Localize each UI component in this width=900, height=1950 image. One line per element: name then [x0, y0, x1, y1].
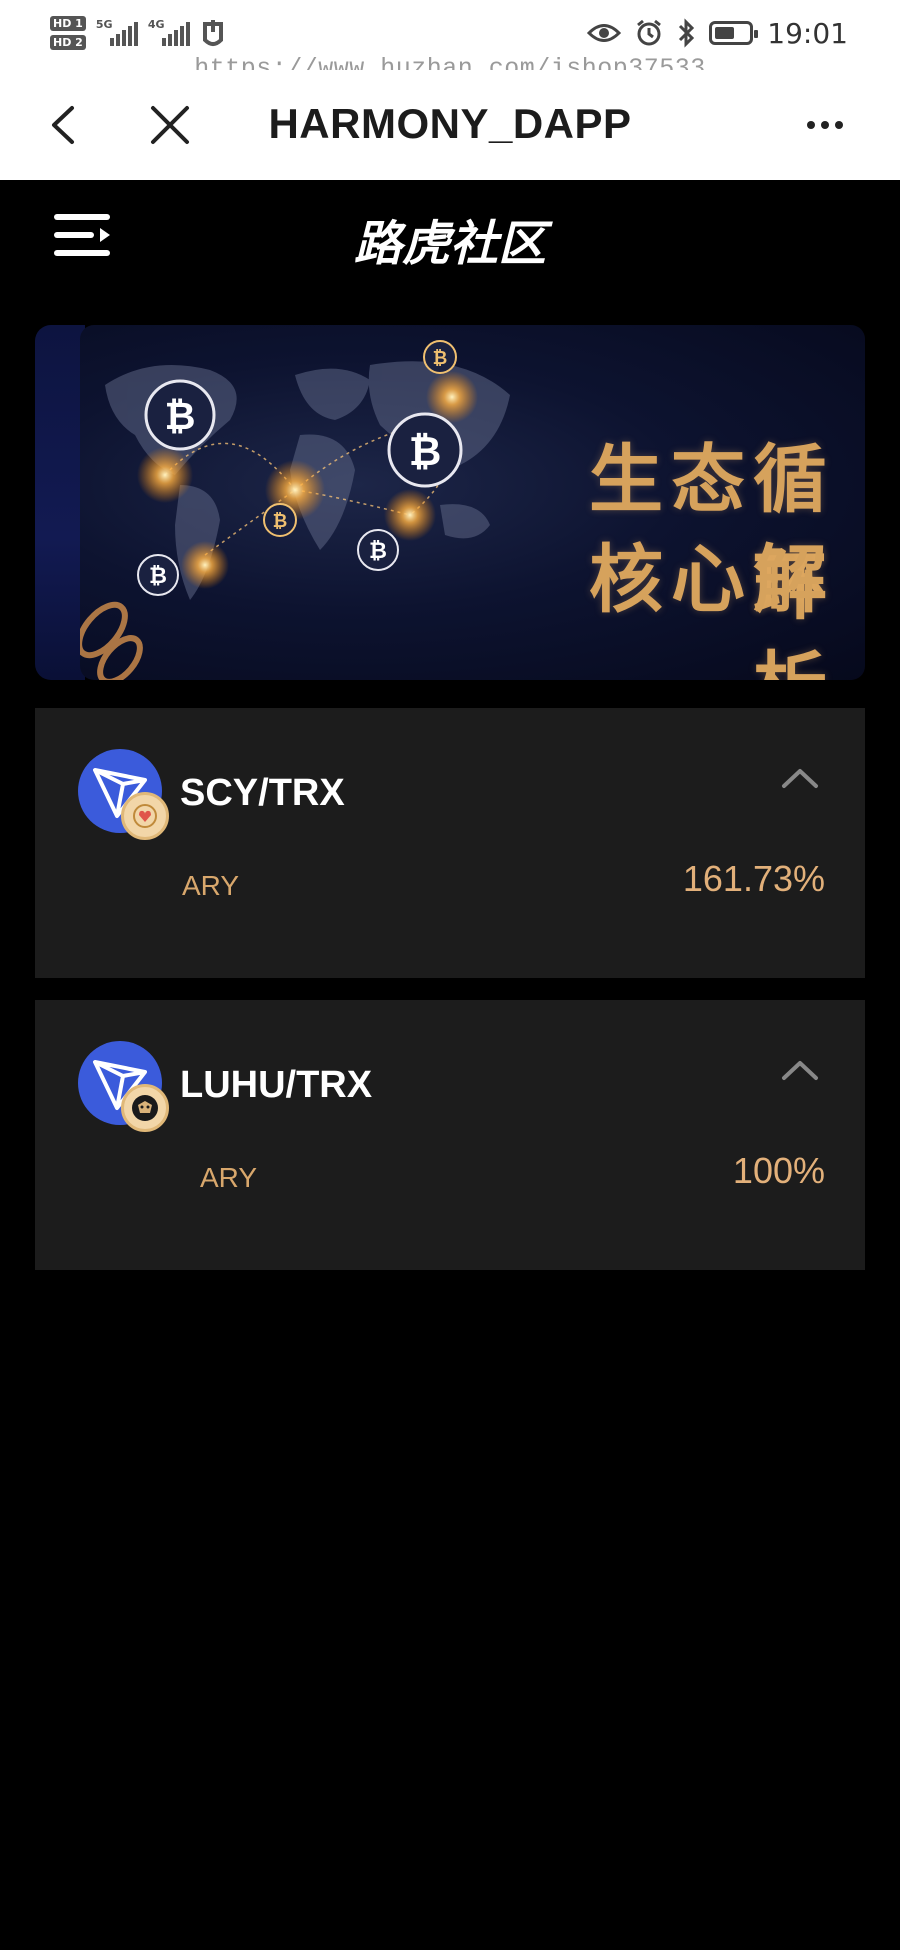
- browser-nav-bar: HARMONY_DAPP: [0, 70, 900, 180]
- svg-text:₿: ₿: [433, 348, 448, 369]
- browser-title: HARMONY_DAPP: [268, 100, 632, 147]
- app-title: 路虎社区: [353, 216, 546, 272]
- apr-label: ARY: [200, 1162, 258, 1193]
- pair-name: LUHU/TRX: [180, 1064, 373, 1106]
- chevron-up-icon[interactable]: [780, 1058, 820, 1082]
- svg-text:₿: ₿: [149, 564, 167, 589]
- sim2-badge: HD 2: [50, 35, 86, 50]
- svg-text:₿: ₿: [409, 429, 442, 475]
- pool-card[interactable]: SCY/TRX ARY 161.73%: [35, 708, 865, 978]
- notification-icon: [202, 20, 223, 46]
- svg-text:₿: ₿: [369, 539, 387, 564]
- sim-indicators: HD 1 HD 2: [50, 16, 86, 50]
- pair-name: SCY/TRX: [180, 772, 345, 814]
- status-left: HD 1 HD 2 5G 4G: [50, 8, 226, 58]
- scy-token-badge-icon: [121, 792, 169, 840]
- banner-prev-slide[interactable]: [35, 325, 85, 680]
- signal-5g-icon: 5G: [96, 18, 138, 46]
- apr-value: 161.73%: [682, 858, 825, 899]
- bluetooth-icon: [679, 18, 695, 48]
- status-right: 19:01: [587, 10, 848, 56]
- banner-headline-2: 核心解析: [589, 537, 835, 680]
- more-options-icon[interactable]: [800, 110, 850, 140]
- sim1-badge: HD 1: [50, 16, 86, 31]
- luhu-token-badge-icon: [121, 1084, 169, 1132]
- signal-4g-icon: 4G: [148, 18, 190, 46]
- eye-icon: [587, 24, 622, 42]
- svg-text:₿: ₿: [165, 394, 196, 438]
- apr-value: 100%: [732, 1150, 825, 1191]
- apr-label: ARY: [182, 870, 240, 901]
- pool-card[interactable]: LUHU/TRX ARY 100%: [35, 1000, 865, 1270]
- chevron-up-icon[interactable]: [780, 766, 820, 790]
- app-header: 路虎社区: [0, 180, 900, 290]
- battery-icon: [709, 21, 759, 45]
- promo-banner[interactable]: ₿ ₿ ₿ ₿ ₿ ₿ 生态循环 核心解析: [80, 325, 865, 680]
- alarm-icon: [637, 19, 662, 46]
- svg-text:₿: ₿: [273, 511, 288, 532]
- clock: 19:01: [767, 16, 848, 50]
